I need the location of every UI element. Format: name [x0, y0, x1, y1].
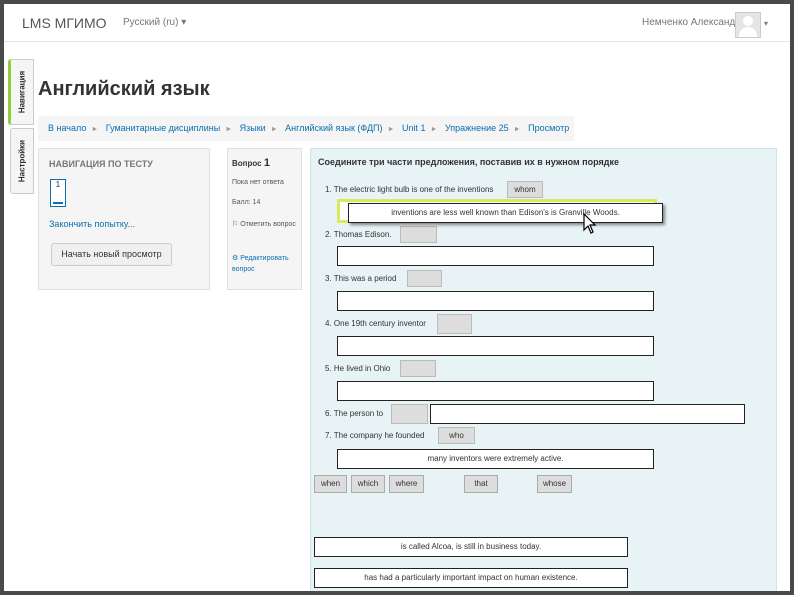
list-item: 3. This was a period	[325, 274, 396, 283]
item-text: The electric light bulb is one of the in…	[333, 185, 494, 194]
question-number: Вопрос 1	[232, 157, 270, 169]
flag-question-label: Отметить вопрос	[240, 221, 296, 228]
drop-box[interactable]	[430, 404, 745, 424]
drop-box[interactable]	[337, 381, 654, 401]
drop-slot[interactable]: whom	[507, 181, 543, 198]
question-number-value: 1	[263, 157, 270, 169]
page-title: Английский язык	[38, 78, 210, 100]
drop-slot[interactable]	[437, 314, 472, 334]
chevron-down-icon: ▾	[181, 17, 187, 28]
drop-box[interactable]	[337, 291, 654, 311]
sidetab-navigation[interactable]: Навигация	[8, 59, 34, 125]
quiz-navigation-block: НАВИГАЦИЯ ПО ТЕСТУ 1 Закончить попытку..…	[38, 148, 210, 290]
item-number: 1.	[325, 185, 332, 194]
item-number: 3.	[325, 274, 332, 283]
edit-question-label: Редактировать вопрос	[232, 255, 289, 273]
sidetab-settings-label: Настройки	[17, 139, 27, 183]
question-label: Вопрос	[232, 159, 262, 168]
drop-slot[interactable]	[400, 226, 437, 243]
drop-slot[interactable]: who	[438, 427, 475, 444]
breadcrumb-unit[interactable]: Unit 1	[402, 123, 426, 133]
language-label: Русский (ru)	[123, 17, 179, 28]
choice-which[interactable]: which	[351, 475, 385, 493]
breadcrumb-separator-icon: ►	[387, 126, 395, 133]
item-number: 7.	[325, 431, 332, 440]
item-text: He lived in Ohio	[333, 364, 391, 373]
list-item: 1. The electric light bulb is one of the…	[325, 185, 493, 194]
finish-attempt-link[interactable]: Закончить попытку...	[49, 219, 135, 229]
list-item: 7. The company he founded	[325, 431, 424, 440]
question-mark: Балл: 14	[232, 199, 261, 206]
dragging-phrase[interactable]: inventions are less well known than Edis…	[348, 203, 663, 223]
drop-box[interactable]	[337, 336, 654, 356]
item-text: The company he founded	[333, 431, 425, 440]
start-new-preview-button[interactable]: Начать новый просмотр	[51, 243, 172, 266]
item-text: The person to	[333, 409, 384, 418]
item-text: Thomas Edison.	[333, 230, 392, 239]
breadcrumb-home[interactable]: В начало	[48, 123, 86, 133]
breadcrumb-separator-icon: ►	[430, 126, 438, 133]
question-nav-button[interactable]: 1	[50, 179, 66, 207]
avatar[interactable]	[735, 12, 761, 38]
list-item: 4. One 19th century inventor	[325, 319, 426, 328]
drop-box[interactable]: many inventors were extremely active.	[337, 449, 654, 469]
item-number: 2.	[325, 230, 332, 239]
breadcrumb-separator-icon: ►	[513, 126, 521, 133]
choice-when[interactable]: when	[314, 475, 347, 493]
phrase-item[interactable]: has had a particularly important impact …	[314, 568, 628, 588]
quiz-navigation-title: НАВИГАЦИЯ ПО ТЕСТУ	[49, 159, 153, 169]
drop-slot[interactable]	[407, 270, 442, 287]
item-text: One 19th century inventor	[333, 319, 426, 328]
breadcrumb-separator-icon: ►	[225, 126, 233, 133]
breadcrumb-preview[interactable]: Просмотр	[528, 123, 569, 133]
site-brand[interactable]: LMS МГИМО	[22, 15, 107, 31]
item-text: This was a period	[333, 274, 397, 283]
question-info: Вопрос 1 Пока нет ответа Балл: 14 ⚐ Отме…	[227, 148, 302, 290]
question-text: Соедините три части предложения, постави…	[318, 157, 619, 167]
drop-box[interactable]	[337, 246, 654, 266]
choice-where[interactable]: where	[389, 475, 424, 493]
flag-icon: ⚐	[232, 221, 241, 228]
user-menu-chevron-icon[interactable]: ▾	[764, 19, 768, 28]
page: LMS МГИМО Русский (ru) ▾ Немченко Алекса…	[4, 4, 790, 591]
drop-slot[interactable]	[391, 404, 428, 424]
breadcrumb-languages[interactable]: Языки	[240, 123, 266, 133]
breadcrumb-exercise[interactable]: Упражнение 25	[445, 123, 509, 133]
item-number: 5.	[325, 364, 332, 373]
choice-whose[interactable]: whose	[537, 475, 572, 493]
breadcrumb-separator-icon: ►	[270, 126, 278, 133]
user-name[interactable]: Немченко Александр	[642, 17, 741, 28]
question-state: Пока нет ответа	[232, 179, 284, 186]
sidetab-settings[interactable]: Настройки	[10, 128, 34, 194]
gear-icon: ⚙	[232, 255, 241, 262]
breadcrumb-separator-icon: ►	[91, 126, 99, 133]
list-item: 2. Thomas Edison.	[325, 230, 392, 239]
list-item: 6. The person to	[325, 409, 383, 418]
breadcrumb-humanities[interactable]: Гуманитарные дисциплины	[106, 123, 220, 133]
flag-question-link[interactable]: ⚐ Отметить вопрос	[232, 219, 296, 230]
edit-question-link[interactable]: ⚙ Редактировать вопрос	[232, 253, 298, 275]
breadcrumb-course[interactable]: Английский язык (ФДП)	[285, 123, 382, 133]
drop-slot[interactable]	[400, 360, 436, 377]
top-navbar: LMS МГИМО Русский (ru) ▾ Немченко Алекса…	[4, 4, 790, 42]
mouse-pointer-icon	[583, 213, 597, 234]
language-menu[interactable]: Русский (ru) ▾	[123, 17, 186, 28]
list-item: 5. He lived in Ohio	[325, 364, 390, 373]
choice-that[interactable]: that	[464, 475, 498, 493]
item-number: 4.	[325, 319, 332, 328]
phrase-item[interactable]: is called Alcoa, is still in business to…	[314, 537, 628, 557]
breadcrumb: В начало ► Гуманитарные дисциплины ► Языки…	[38, 116, 574, 141]
sidetab-navigation-label: Навигация	[17, 70, 27, 114]
item-number: 6.	[325, 409, 332, 418]
